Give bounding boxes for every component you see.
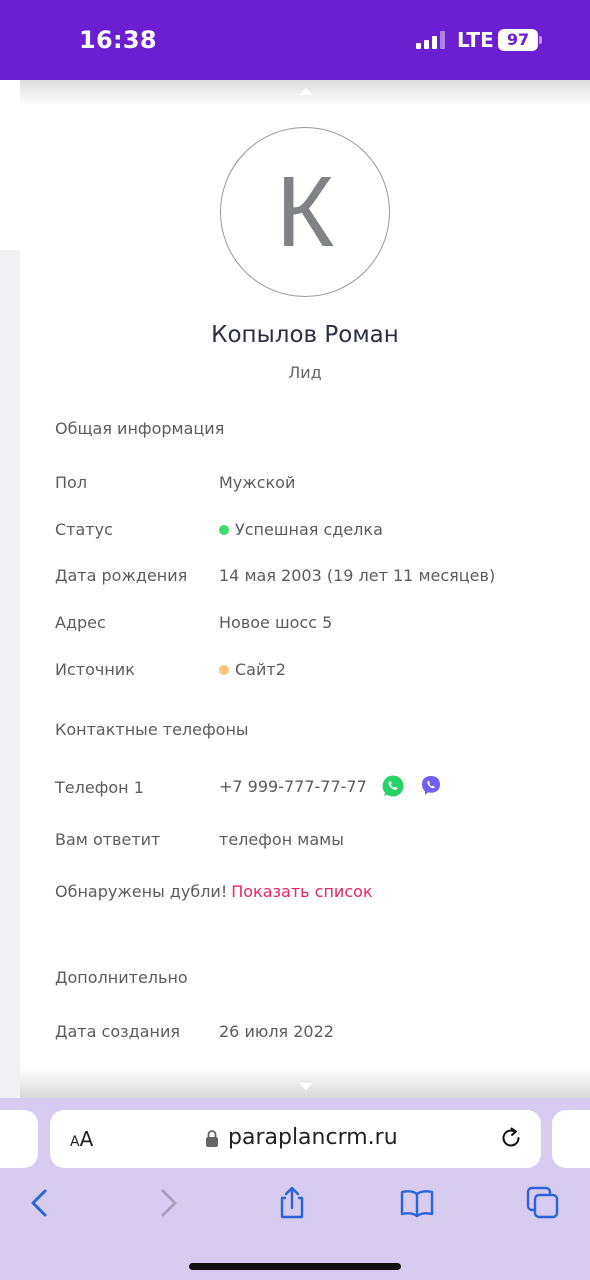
show-duplicates-link[interactable]: Показать список	[231, 882, 372, 901]
signal-icon	[416, 31, 447, 49]
duplicates-text: Обнаружены дубли!	[55, 882, 228, 901]
section-additional-title: Дополнительно	[55, 968, 188, 987]
birthdate-label: Дата рождения	[55, 566, 188, 585]
answer-value: телефон мамы	[219, 830, 344, 849]
source-dot-icon	[219, 664, 229, 675]
back-icon[interactable]	[23, 1186, 57, 1220]
duplicates-notice: Обнаружены дубли! Показать список	[55, 882, 373, 901]
reader-options-button[interactable]: AA	[70, 1127, 93, 1151]
whatsapp-icon[interactable]	[381, 774, 405, 798]
browser-toolbar: AA paraplancrm.ru	[0, 1098, 590, 1280]
profile-role: Лид	[288, 363, 322, 382]
address-label: Адрес	[55, 613, 106, 632]
source-value: Сайт2	[219, 660, 286, 679]
background-panel	[0, 80, 20, 250]
source-label: Источник	[55, 660, 135, 679]
source-value-text: Сайт2	[235, 660, 286, 679]
next-tab-preview[interactable]	[552, 1110, 590, 1168]
forward-icon[interactable]	[151, 1186, 185, 1220]
address-value-text: Новое шосс 5	[219, 613, 333, 632]
profile-name: Копылов Роман	[211, 322, 399, 348]
section-general-title: Общая информация	[55, 419, 225, 438]
created-value-text: 26 июля 2022	[219, 1022, 334, 1041]
share-icon[interactable]	[275, 1186, 309, 1220]
bookmarks-icon[interactable]	[400, 1186, 434, 1220]
profile-sheet[interactable]: К Копылов Роман Лид Общая информация Пол…	[20, 80, 590, 1098]
section-contacts-title: Контактные телефоны	[55, 720, 249, 739]
birthdate-value-text: 14 мая 2003 (19 лет 11 месяцев)	[219, 566, 496, 585]
status-dot-icon	[219, 524, 229, 535]
created-value: 26 июля 2022	[219, 1022, 334, 1041]
created-label: Дата создания	[55, 1022, 180, 1041]
avatar: К	[220, 127, 390, 297]
battery-icon: 97	[498, 29, 538, 51]
status-time: 16:38	[79, 26, 157, 54]
status-value-text: Успешная сделка	[235, 520, 383, 539]
status-value: Успешная сделка	[219, 520, 383, 539]
url-text[interactable]: paraplancrm.ru	[228, 1125, 398, 1150]
viber-icon[interactable]	[419, 774, 443, 798]
battery-cap	[539, 36, 542, 44]
scroll-down-icon[interactable]	[299, 1083, 313, 1090]
address-bar[interactable]: AA paraplancrm.ru	[50, 1110, 541, 1168]
phone-label: Телефон 1	[55, 778, 144, 797]
phone-value: +7 999-777-77-77	[219, 774, 443, 798]
previous-tab-preview[interactable]	[0, 1110, 38, 1168]
phone-number[interactable]: +7 999-777-77-77	[219, 777, 367, 796]
answer-label: Вам ответит	[55, 830, 161, 849]
gender-value-text: Мужской	[219, 473, 296, 492]
tabs-icon[interactable]	[526, 1186, 560, 1220]
network-type: LTE	[457, 28, 494, 52]
status-label: Статус	[55, 520, 113, 539]
lock-icon	[206, 1130, 218, 1147]
reload-icon[interactable]	[498, 1125, 524, 1151]
gender-label: Пол	[55, 473, 88, 492]
birthdate-value: 14 мая 2003 (19 лет 11 месяцев)	[219, 566, 495, 585]
home-indicator[interactable]	[189, 1263, 401, 1270]
status-bar: 16:38 LTE 97	[0, 0, 590, 80]
gender-value: Мужской	[219, 473, 295, 492]
answer-value-text: телефон мамы	[219, 830, 344, 849]
address-value: Новое шосс 5	[219, 613, 332, 632]
scroll-up-icon[interactable]	[299, 88, 313, 95]
